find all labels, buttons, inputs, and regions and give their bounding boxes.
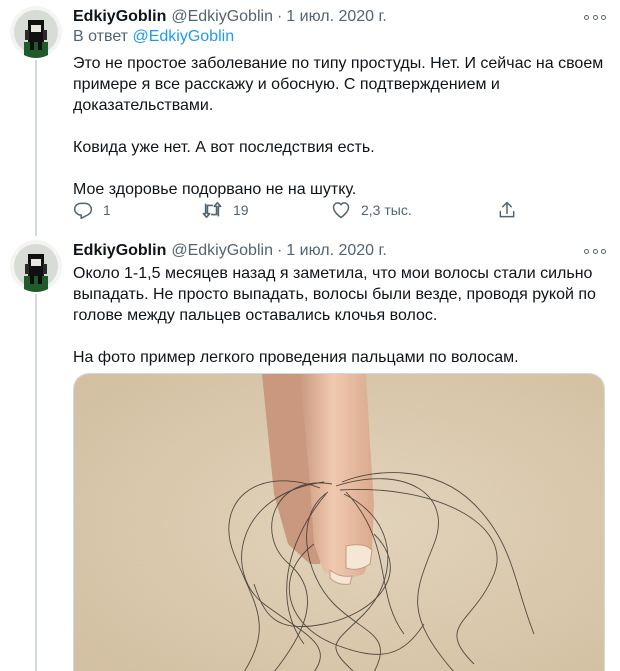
reply-prefix: В ответ bbox=[73, 28, 129, 45]
tweet-text: Это не простое заболевание по типу прост… bbox=[73, 53, 608, 200]
author-name[interactable]: EdkiyGoblin bbox=[73, 242, 166, 260]
more-icon[interactable] bbox=[584, 245, 606, 257]
tweet-paragraph: На фото пример легкого проведения пальца… bbox=[73, 349, 519, 366]
tweet-paragraph: Около 1-1,5 месяцев назад я заметила, чт… bbox=[73, 265, 596, 324]
heart-icon bbox=[331, 200, 351, 220]
avatar[interactable] bbox=[10, 6, 62, 58]
tweet[interactable]: EdkiyGoblin @EdkiyGoblin · 1 июл. 2020 г… bbox=[0, 232, 620, 671]
tweet-paragraph: Это не простое заболевание по типу прост… bbox=[73, 55, 604, 114]
thread-line bbox=[35, 232, 37, 236]
thread-line bbox=[35, 60, 37, 232]
like-button[interactable]: 2,3 тыс. bbox=[331, 199, 412, 221]
reply-context: В ответ @EdkiyGoblin bbox=[73, 28, 234, 46]
author-handle[interactable]: @EdkiyGoblin bbox=[171, 242, 273, 260]
reply-icon bbox=[73, 200, 93, 220]
tweet-photo[interactable] bbox=[73, 373, 605, 671]
tweet-header: EdkiyGoblin @EdkiyGoblin · 1 июл. 2020 г… bbox=[73, 240, 387, 262]
thread-line bbox=[35, 294, 37, 671]
separator: · bbox=[276, 242, 283, 259]
avatar[interactable] bbox=[10, 240, 62, 292]
author-handle[interactable]: @EdkiyGoblin bbox=[171, 8, 273, 26]
retweet-button[interactable]: 19 bbox=[201, 199, 249, 221]
tweet-date[interactable]: 1 июл. 2020 г. bbox=[286, 242, 387, 260]
tweet[interactable]: EdkiyGoblin @EdkiyGoblin · 1 июл. 2020 г… bbox=[0, 0, 620, 232]
like-count: 2,3 тыс. bbox=[361, 202, 412, 218]
tweet-header: EdkiyGoblin @EdkiyGoblin · 1 июл. 2020 г… bbox=[73, 6, 387, 28]
share-button[interactable] bbox=[497, 199, 517, 221]
reply-count: 1 bbox=[103, 202, 111, 218]
tweet-paragraph: Мое здоровье подорвано не на шутку. bbox=[73, 181, 357, 198]
tweet-paragraph: Ковида уже нет. А вот последствия есть. bbox=[73, 139, 375, 156]
retweet-count: 19 bbox=[233, 202, 249, 218]
reply-button[interactable]: 1 bbox=[73, 199, 111, 221]
reply-handle-link[interactable]: @EdkiyGoblin bbox=[132, 28, 234, 45]
author-name[interactable]: EdkiyGoblin bbox=[73, 8, 166, 26]
separator: · bbox=[276, 8, 283, 25]
share-icon bbox=[497, 200, 517, 220]
more-icon[interactable] bbox=[584, 11, 606, 23]
tweet-date[interactable]: 1 июл. 2020 г. bbox=[286, 8, 387, 26]
tweet-text: Около 1-1,5 месяцев назад я заметила, чт… bbox=[73, 263, 608, 368]
retweet-icon bbox=[201, 200, 223, 220]
tweet-actions: 1 19 2,3 тыс. bbox=[73, 199, 523, 221]
